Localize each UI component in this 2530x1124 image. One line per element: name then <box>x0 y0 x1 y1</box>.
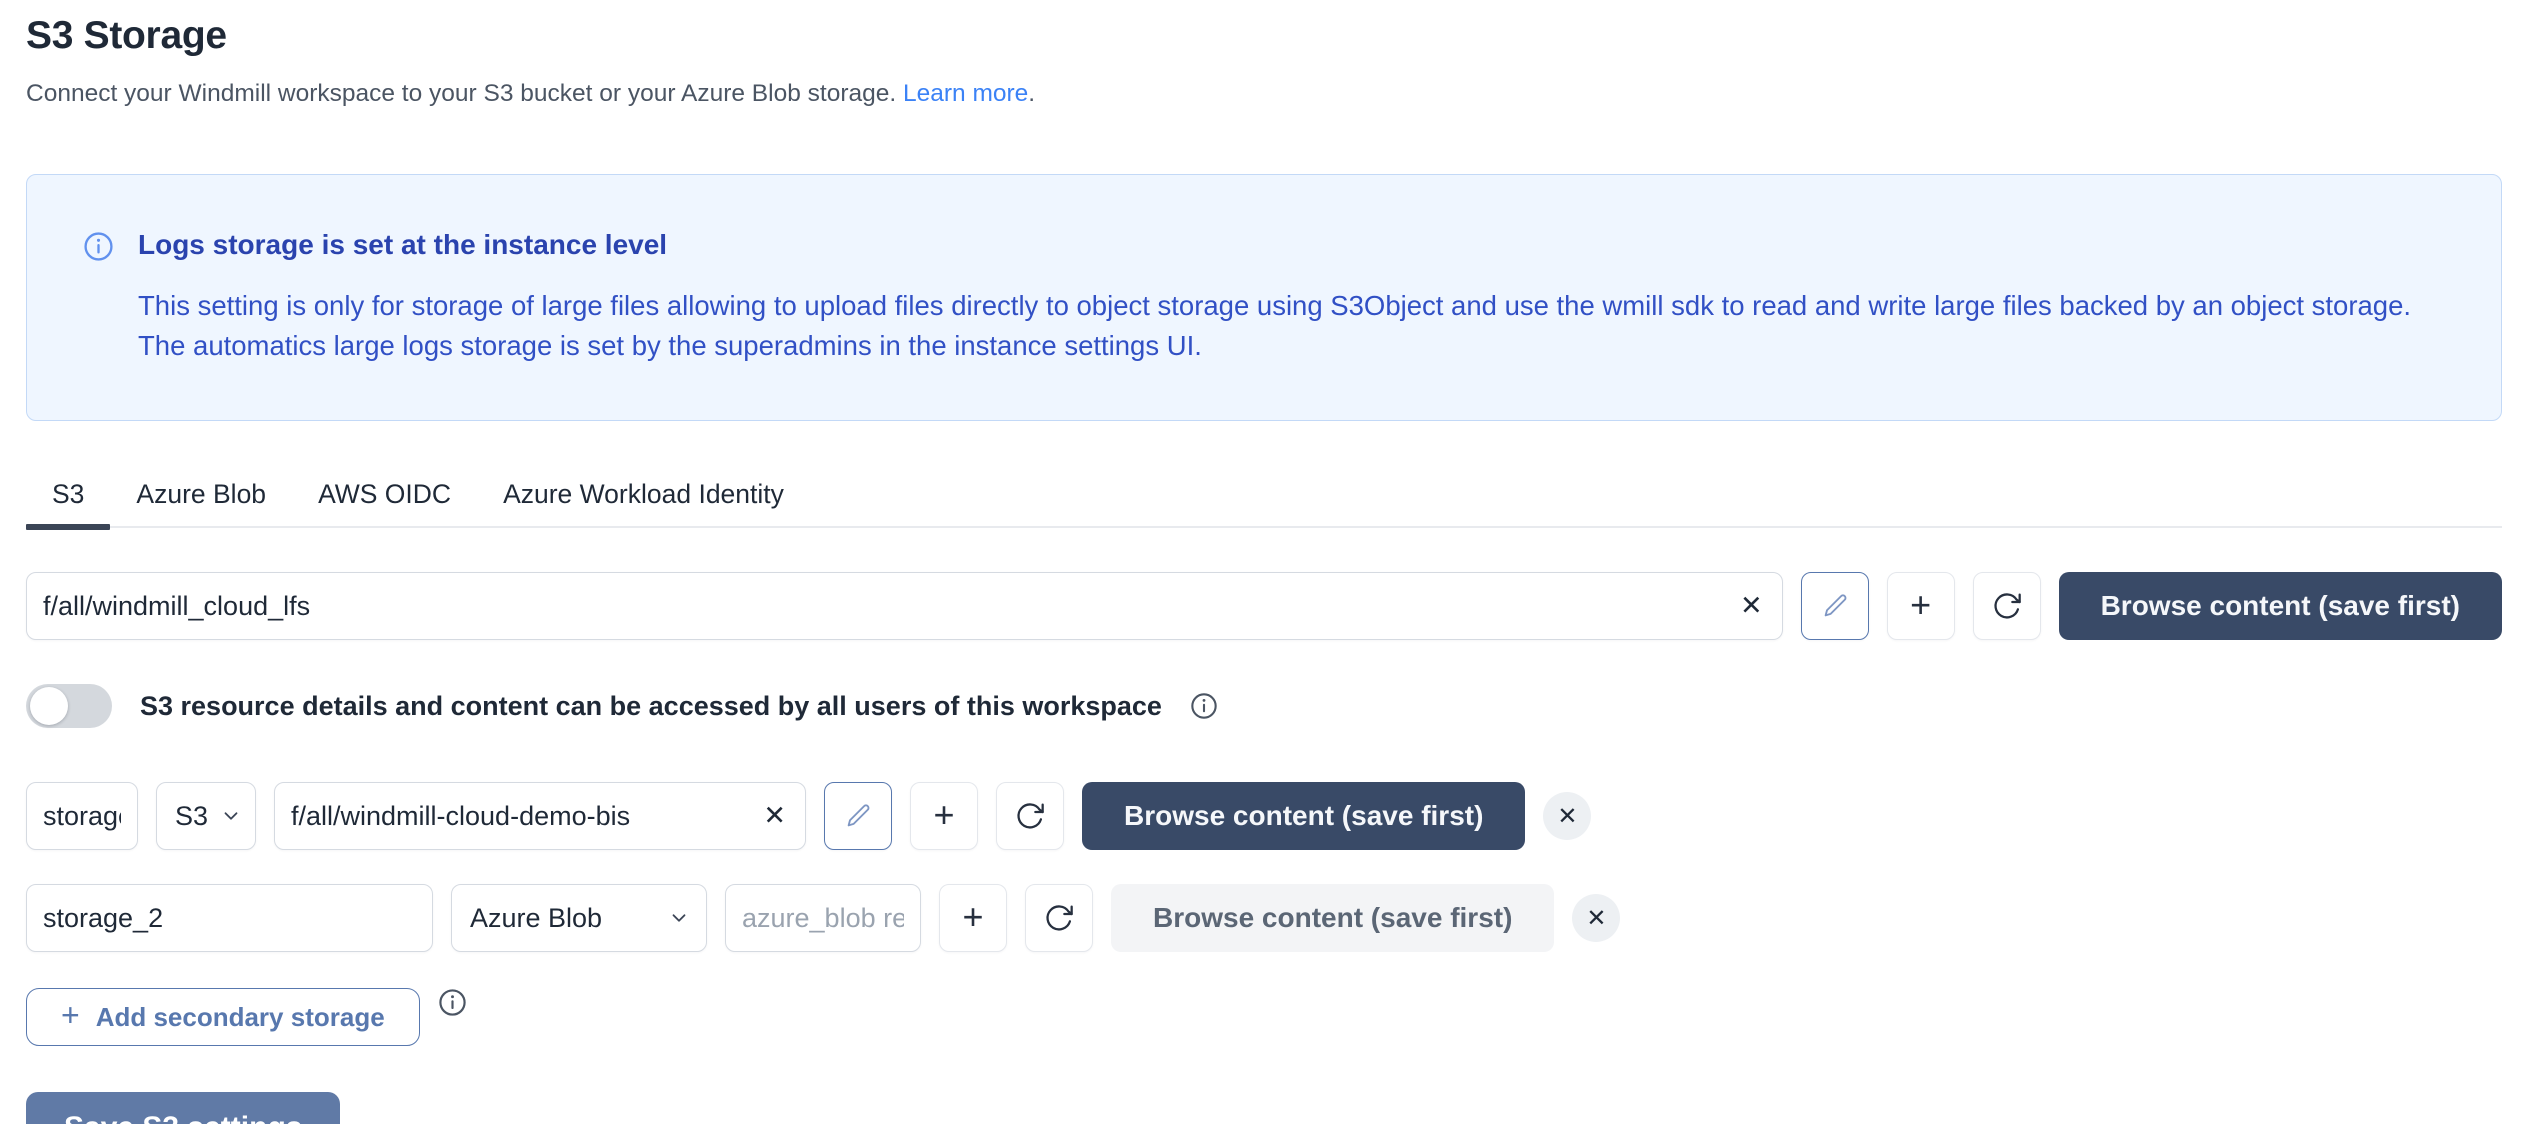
public-access-toggle-row: S3 resource details and content can be a… <box>26 684 2502 728</box>
alert-body: This setting is only for storage of larg… <box>138 286 2441 366</box>
subtitle-text: Connect your Windmill workspace to your … <box>26 80 896 107</box>
alert-content: Logs storage is set at the instance leve… <box>138 229 2441 366</box>
edit-resource-button[interactable] <box>1801 572 1869 640</box>
secondary-2-name-input[interactable] <box>26 884 433 952</box>
save-s3-settings-button[interactable]: Save S3 settings <box>26 1092 340 1124</box>
add-secondary-storage-button[interactable]: + Add secondary storage <box>26 988 420 1046</box>
tab-aws-oidc[interactable]: AWS OIDC <box>292 471 477 526</box>
tab-s3[interactable]: S3 <box>26 471 110 526</box>
add-secondary-info-icon[interactable] <box>438 988 467 1017</box>
secondary-2-browse-content-button: Browse content (save first) <box>1111 884 1554 952</box>
clear-path-icon[interactable]: ✕ <box>763 803 786 830</box>
close-icon: ✕ <box>1557 802 1577 831</box>
plus-icon: + <box>933 797 954 833</box>
save-row: Save S3 settings <box>26 1092 2502 1124</box>
primary-browse-content-button[interactable]: Browse content (save first) <box>2059 572 2502 640</box>
secondary-2-create-resource-button[interactable]: + <box>939 884 1007 952</box>
pencil-icon <box>843 801 873 831</box>
chevron-down-icon <box>668 907 690 929</box>
alert-title: Logs storage is set at the instance leve… <box>138 229 2441 261</box>
learn-more-link[interactable]: Learn more <box>903 80 1028 107</box>
plus-icon: + <box>61 997 80 1034</box>
add-secondary-row: + Add secondary storage <box>26 988 2502 1046</box>
secondary-2-path-input[interactable] <box>725 884 921 952</box>
public-access-toggle-label: S3 resource details and content can be a… <box>140 691 1162 722</box>
secondary-2-remove-button[interactable]: ✕ <box>1572 894 1620 942</box>
info-icon <box>83 231 114 366</box>
add-secondary-storage-label: Add secondary storage <box>96 1002 385 1033</box>
secondary-2-type-select[interactable]: Azure Blob <box>451 884 707 952</box>
secondary-1-path-input[interactable] <box>274 782 806 850</box>
plus-icon: + <box>1910 587 1931 623</box>
subtitle-suffix: . <box>1028 80 1035 107</box>
tab-azure-blob[interactable]: Azure Blob <box>110 471 292 526</box>
secondary-storage-row: Azure Blob + Browse content (save first)… <box>26 884 2502 952</box>
page-title: S3 Storage <box>26 14 2502 58</box>
secondary-1-edit-resource-button[interactable] <box>824 782 892 850</box>
page-subtitle: Connect your Windmill workspace to your … <box>26 80 2502 108</box>
refresh-icon <box>1043 902 1075 934</box>
secondary-1-remove-button[interactable]: ✕ <box>1543 792 1591 840</box>
secondary-1-type-select[interactable]: S3 <box>156 782 256 850</box>
chevron-down-icon <box>220 805 242 827</box>
primary-resource-path-input[interactable] <box>26 572 1783 640</box>
refresh-resource-button[interactable] <box>1973 572 2041 640</box>
primary-storage-row: ✕ + Browse content (save first) <box>26 572 2502 640</box>
secondary-1-create-resource-button[interactable]: + <box>910 782 978 850</box>
toggle-knob <box>30 687 68 725</box>
clear-path-icon[interactable]: ✕ <box>1740 593 1763 620</box>
plus-icon: + <box>962 899 983 935</box>
close-icon: ✕ <box>1586 904 1606 933</box>
public-access-toggle[interactable] <box>26 684 112 728</box>
refresh-icon <box>1014 800 1046 832</box>
toggle-info-icon[interactable] <box>1190 692 1218 720</box>
refresh-icon <box>1991 590 2023 622</box>
secondary-storage-row: S3 ✕ + <box>26 782 2502 850</box>
secondary-1-type-value: S3 <box>175 801 208 832</box>
create-resource-button[interactable]: + <box>1887 572 1955 640</box>
secondary-2-refresh-button[interactable] <box>1025 884 1093 952</box>
secondary-1-refresh-button[interactable] <box>996 782 1064 850</box>
instance-level-logs-alert: Logs storage is set at the instance leve… <box>26 174 2502 421</box>
tab-azure-workload-identity[interactable]: Azure Workload Identity <box>477 471 810 526</box>
secondary-2-type-value: Azure Blob <box>470 903 602 934</box>
storage-type-tabs: S3 Azure Blob AWS OIDC Azure Workload Id… <box>26 471 2502 528</box>
secondary-1-path-wrap: ✕ <box>274 782 806 850</box>
secondary-1-name-input[interactable] <box>26 782 138 850</box>
primary-resource-path-wrap: ✕ <box>26 572 1783 640</box>
s3-storage-settings-page: S3 Storage Connect your Windmill workspa… <box>0 0 2530 1124</box>
secondary-1-browse-content-button[interactable]: Browse content (save first) <box>1082 782 1525 850</box>
pencil-icon <box>1820 591 1850 621</box>
